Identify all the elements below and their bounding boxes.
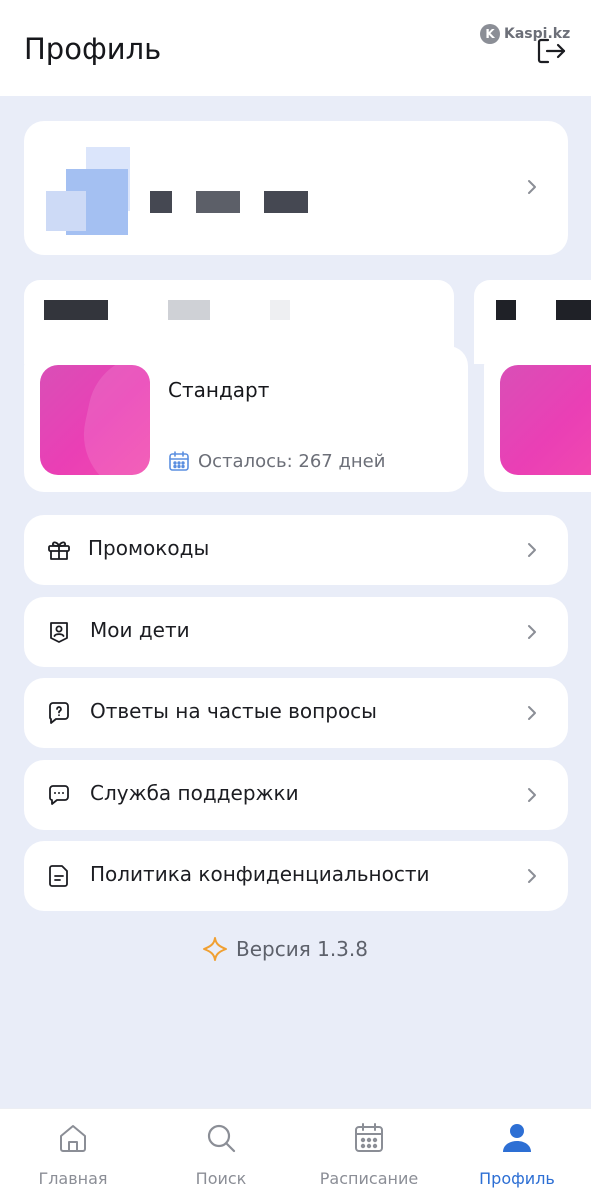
menu-item-label: Мои дети [90, 618, 190, 642]
chat-bubble-icon [49, 785, 69, 805]
chevron-right-icon [528, 625, 536, 639]
user-icon [503, 1124, 531, 1152]
subscription-thumbnail-2 [500, 365, 591, 475]
sparkle-icon [203, 937, 227, 961]
subscription-name: Стандарт [168, 378, 270, 402]
menu-item-my-children[interactable]: Мои дети [24, 597, 568, 667]
menu-item-label: Служба поддержки [90, 781, 299, 805]
bottom-tab-bar: Главная Поиск Расписание Профиль [0, 1108, 591, 1201]
document-icon [49, 865, 68, 887]
app-version: Версия 1.3.8 [202, 936, 368, 962]
user-card[interactable] [24, 121, 568, 255]
calendar-icon [169, 451, 189, 471]
menu-item-label: Политика конфиденциальности [90, 862, 430, 886]
chevron-right-icon [528, 869, 536, 883]
chevron-right-icon [528, 788, 536, 802]
menu-item-privacy-policy[interactable]: Политика конфиденциальности [24, 841, 568, 911]
menu-item-label: Ответы на частые вопросы [90, 699, 377, 723]
chevron-right-icon [528, 543, 536, 557]
tab-label: Профиль [479, 1169, 555, 1188]
version-text: Версия 1.3.8 [236, 937, 368, 961]
home-icon [60, 1125, 86, 1152]
logout-icon[interactable] [534, 34, 568, 68]
kaspi-logo-icon: K [480, 24, 500, 44]
tab-label: Главная [38, 1169, 108, 1188]
child-icon [50, 622, 68, 643]
menu-item-faq[interactable]: Ответы на частые вопросы [24, 678, 568, 748]
menu-item-promocodes[interactable]: Промокоды [24, 515, 568, 585]
tab-label: Расписание [319, 1169, 419, 1188]
calendar-icon [355, 1123, 383, 1152]
remaining-text: Осталось: 267 дней [198, 450, 386, 472]
header: Профиль K Kaspi.kz [0, 0, 591, 96]
page-title: Профиль [24, 32, 162, 66]
search-icon [207, 1124, 236, 1153]
tab-schedule[interactable]: Расписание [304, 1109, 434, 1201]
avatar [44, 147, 130, 237]
tab-profile[interactable]: Профиль [452, 1109, 582, 1201]
subscription-thumbnail [40, 365, 150, 475]
subscription-card[interactable]: Стандарт Осталось: 267 дней [24, 346, 468, 492]
tab-search[interactable]: Поиск [156, 1109, 286, 1201]
chevron-right-icon [528, 706, 536, 720]
user-name-redacted [150, 191, 308, 213]
subscription-remaining: Осталось: 267 дней [168, 450, 385, 472]
gift-icon [48, 541, 70, 560]
question-bubble-icon [49, 702, 69, 724]
tab-label: Поиск [195, 1169, 247, 1188]
chevron-right-icon [528, 180, 536, 194]
subscription-card-2[interactable] [484, 346, 591, 492]
menu-item-support[interactable]: Служба поддержки [24, 760, 568, 830]
menu-item-label: Промокоды [88, 536, 210, 560]
tab-home[interactable]: Главная [8, 1109, 138, 1201]
